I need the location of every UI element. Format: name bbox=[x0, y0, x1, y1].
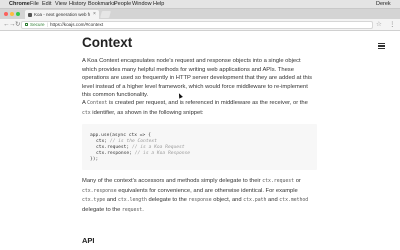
menu-edit[interactable]: Edit bbox=[42, 0, 51, 8]
code-comment: // is a Koa Request bbox=[131, 145, 185, 150]
text-span: . bbox=[142, 206, 144, 213]
tab-title: Koa - next generation web fr... bbox=[34, 12, 90, 17]
code-text: ctx.response; bbox=[96, 151, 132, 156]
menu-people[interactable]: People bbox=[114, 0, 131, 8]
code-line: }); bbox=[90, 157, 99, 162]
delegation-paragraph: Many of the context's accessors and meth… bbox=[82, 177, 317, 215]
code-snippet: app.use(async ctx => { ctx; // is the Co… bbox=[82, 124, 317, 170]
text-span: and bbox=[106, 197, 117, 203]
window-close-button[interactable] bbox=[4, 12, 8, 16]
koa-favicon-icon bbox=[28, 12, 32, 17]
page-title: Context bbox=[82, 35, 133, 50]
lock-icon bbox=[25, 22, 28, 26]
address-bar[interactable]: Secure | https://koajs.com/#context bbox=[21, 20, 373, 29]
macos-menubar: Chrome File Edit View History Bookmarks … bbox=[0, 0, 400, 9]
text-span: identifier, as shown in the following sn… bbox=[92, 109, 204, 116]
code-text: ctx.request; bbox=[96, 145, 130, 150]
hamburger-menu-icon[interactable] bbox=[378, 43, 385, 50]
tab-strip: Koa - next generation web fr... × bbox=[0, 9, 400, 19]
inline-code: ctx.request bbox=[262, 179, 295, 184]
menu-help[interactable]: Help bbox=[153, 0, 164, 8]
inline-code: ctx.type bbox=[82, 198, 106, 203]
text-span: is created per request, and is reference… bbox=[109, 100, 308, 106]
context-intro-paragraph: A Koa Context encapsulates node's reques… bbox=[82, 58, 312, 98]
inline-code: ctx.response bbox=[82, 188, 117, 194]
text-span: delegate to the bbox=[82, 206, 121, 213]
text-span: delegate to the bbox=[148, 197, 187, 203]
code-line: ctx.request; // is a Koa Request bbox=[96, 145, 185, 150]
api-heading: API bbox=[82, 236, 95, 245]
secure-label: Secure bbox=[30, 21, 45, 27]
menu-file[interactable]: File bbox=[30, 0, 39, 8]
text-span: object, and bbox=[213, 197, 242, 203]
window-zoom-button[interactable] bbox=[16, 12, 20, 16]
text-span: and bbox=[268, 197, 278, 203]
inline-code: ctx.method bbox=[279, 198, 309, 203]
text-span: Many of the context's accessors and meth… bbox=[82, 178, 261, 184]
context-created-paragraph: A Context is created per request, and is… bbox=[82, 99, 317, 118]
star-icon[interactable]: ☆ bbox=[376, 20, 382, 29]
address-url[interactable]: https://koajs.com/#context bbox=[50, 22, 103, 28]
text-span: or bbox=[295, 178, 301, 184]
code-text: ctx; bbox=[96, 139, 108, 144]
inline-code: ctx.path bbox=[243, 198, 267, 203]
code-line: app.use(async ctx => { bbox=[90, 133, 151, 138]
code-line: ctx; // is the Context bbox=[96, 139, 157, 144]
browser-tab[interactable]: Koa - next generation web fr... × bbox=[25, 10, 99, 19]
text-span: A bbox=[82, 100, 86, 106]
inline-code: response bbox=[188, 198, 212, 203]
menu-history[interactable]: History bbox=[69, 0, 86, 8]
code-comment: // is a Koa Response bbox=[134, 151, 191, 156]
page-viewport: Context A Koa Context encapsulates node'… bbox=[0, 31, 400, 250]
menu-user[interactable]: Derek bbox=[376, 0, 391, 8]
text-span: equivalents for convenience, and are oth… bbox=[118, 187, 298, 194]
menu-view[interactable]: View bbox=[55, 0, 67, 8]
code-line: ctx.response; // is a Koa Response bbox=[96, 151, 190, 156]
inline-code: ctx.length bbox=[118, 198, 147, 203]
inline-code: request bbox=[121, 207, 143, 213]
address-separator: | bbox=[47, 21, 49, 27]
new-tab-button[interactable] bbox=[100, 11, 111, 18]
inline-code: Context bbox=[87, 101, 108, 106]
menu-bookmarks[interactable]: Bookmarks bbox=[88, 0, 116, 8]
menu-app-name[interactable]: Chrome bbox=[9, 0, 30, 8]
menu-window[interactable]: Window bbox=[132, 0, 152, 8]
code-comment: // is the Context bbox=[109, 139, 157, 144]
reload-icon[interactable]: ↻ bbox=[15, 20, 20, 29]
chrome-menu-icon[interactable]: ⋮ bbox=[389, 20, 396, 29]
browser-toolbar: ← → ↻ Secure | https://koajs.com/#contex… bbox=[0, 19, 400, 31]
window-minimize-button[interactable] bbox=[10, 12, 14, 16]
tab-close-icon[interactable]: × bbox=[93, 10, 96, 19]
inline-code: ctx bbox=[82, 110, 91, 116]
